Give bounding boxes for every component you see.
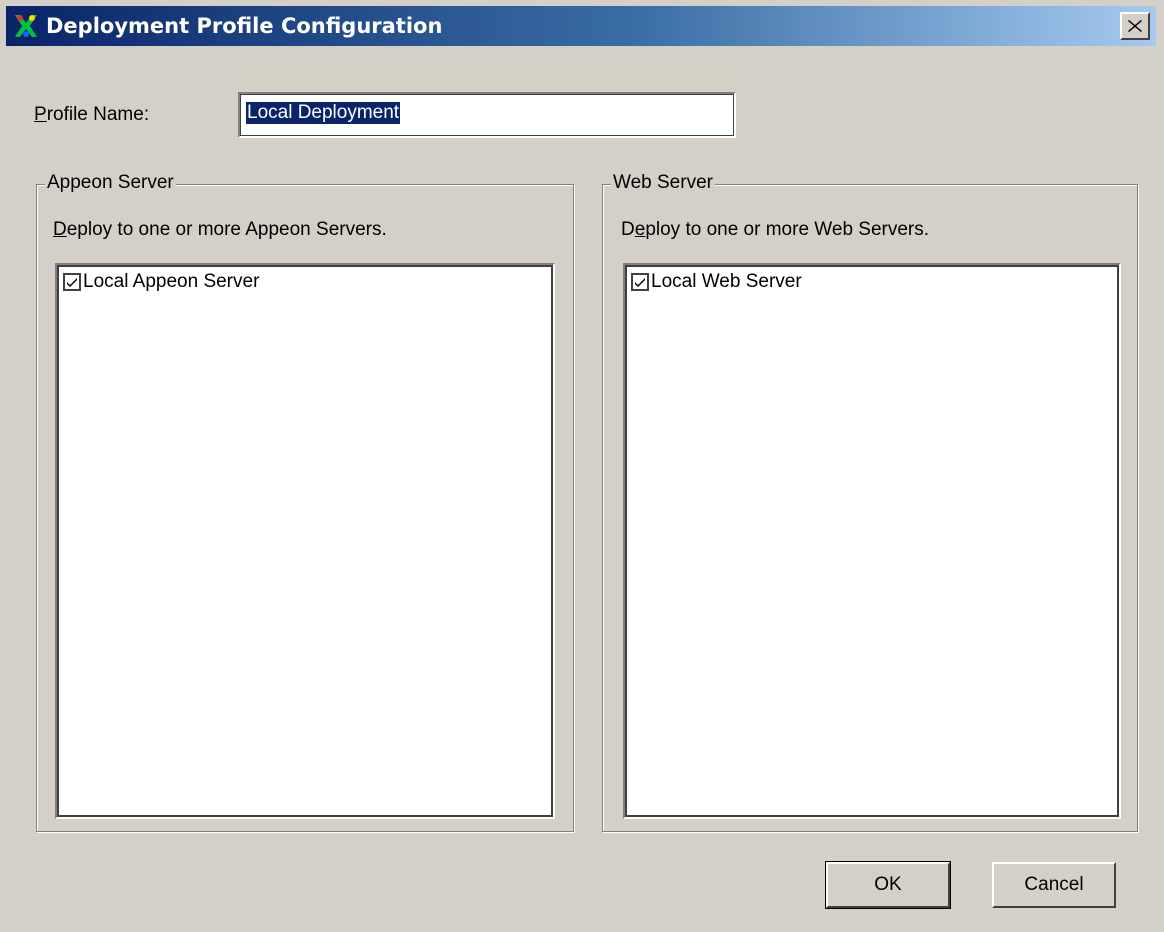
appeon-server-group: Appeon Server Deploy to one or more Appe…	[36, 172, 574, 832]
web-description-mnemonic: e	[634, 219, 646, 240]
local-appeon-server-label: Local Appeon Server	[83, 271, 260, 292]
web-server-list[interactable]: Local Web Server	[623, 263, 1121, 819]
close-icon	[1128, 20, 1142, 32]
appeon-description-text: eploy to one or more Appeon Servers.	[66, 219, 387, 240]
checkmark-icon	[635, 278, 645, 287]
checkmark-icon	[67, 278, 77, 287]
web-server-description: Deploy to one or more Web Servers.	[621, 219, 929, 241]
local-web-server-checkbox[interactable]	[631, 273, 649, 291]
appeon-server-description: Deploy to one or more Appeon Servers.	[53, 219, 387, 241]
appeon-description-mnemonic: D	[53, 219, 67, 240]
web-description-text: ploy to one or more Web Servers.	[645, 219, 930, 240]
local-web-server-label: Local Web Server	[651, 271, 802, 292]
profile-name-mnemonic: P	[34, 104, 47, 125]
title-bar[interactable]: Deployment Profile Configuration	[6, 6, 1156, 46]
local-appeon-server-checkbox[interactable]	[63, 273, 81, 291]
appeon-server-group-title: Appeon Server	[45, 172, 176, 194]
close-button[interactable]	[1120, 12, 1150, 40]
appeon-server-list[interactable]: Local Appeon Server	[55, 263, 555, 819]
list-item-local-web-server[interactable]: Local Web Server	[631, 271, 802, 293]
cancel-button[interactable]: Cancel	[992, 862, 1116, 908]
web-description-prefix: D	[621, 219, 635, 240]
appeon-logo-icon	[12, 12, 40, 40]
profile-name-label: Profile Name:	[34, 104, 149, 126]
ok-button[interactable]: OK	[825, 861, 951, 909]
profile-name-value: Local Deployment	[246, 102, 401, 124]
profile-name-field[interactable]: Local Deployment	[238, 92, 736, 138]
profile-name-label-text: rofile Name:	[46, 104, 150, 125]
web-server-group: Web Server Deploy to one or more Web Ser…	[602, 172, 1138, 832]
web-server-group-title: Web Server	[611, 172, 715, 194]
list-item-local-appeon-server[interactable]: Local Appeon Server	[63, 271, 259, 293]
dialog-window: Deployment Profile Configuration Profile…	[0, 0, 1164, 932]
window-title: Deployment Profile Configuration	[46, 14, 443, 38]
